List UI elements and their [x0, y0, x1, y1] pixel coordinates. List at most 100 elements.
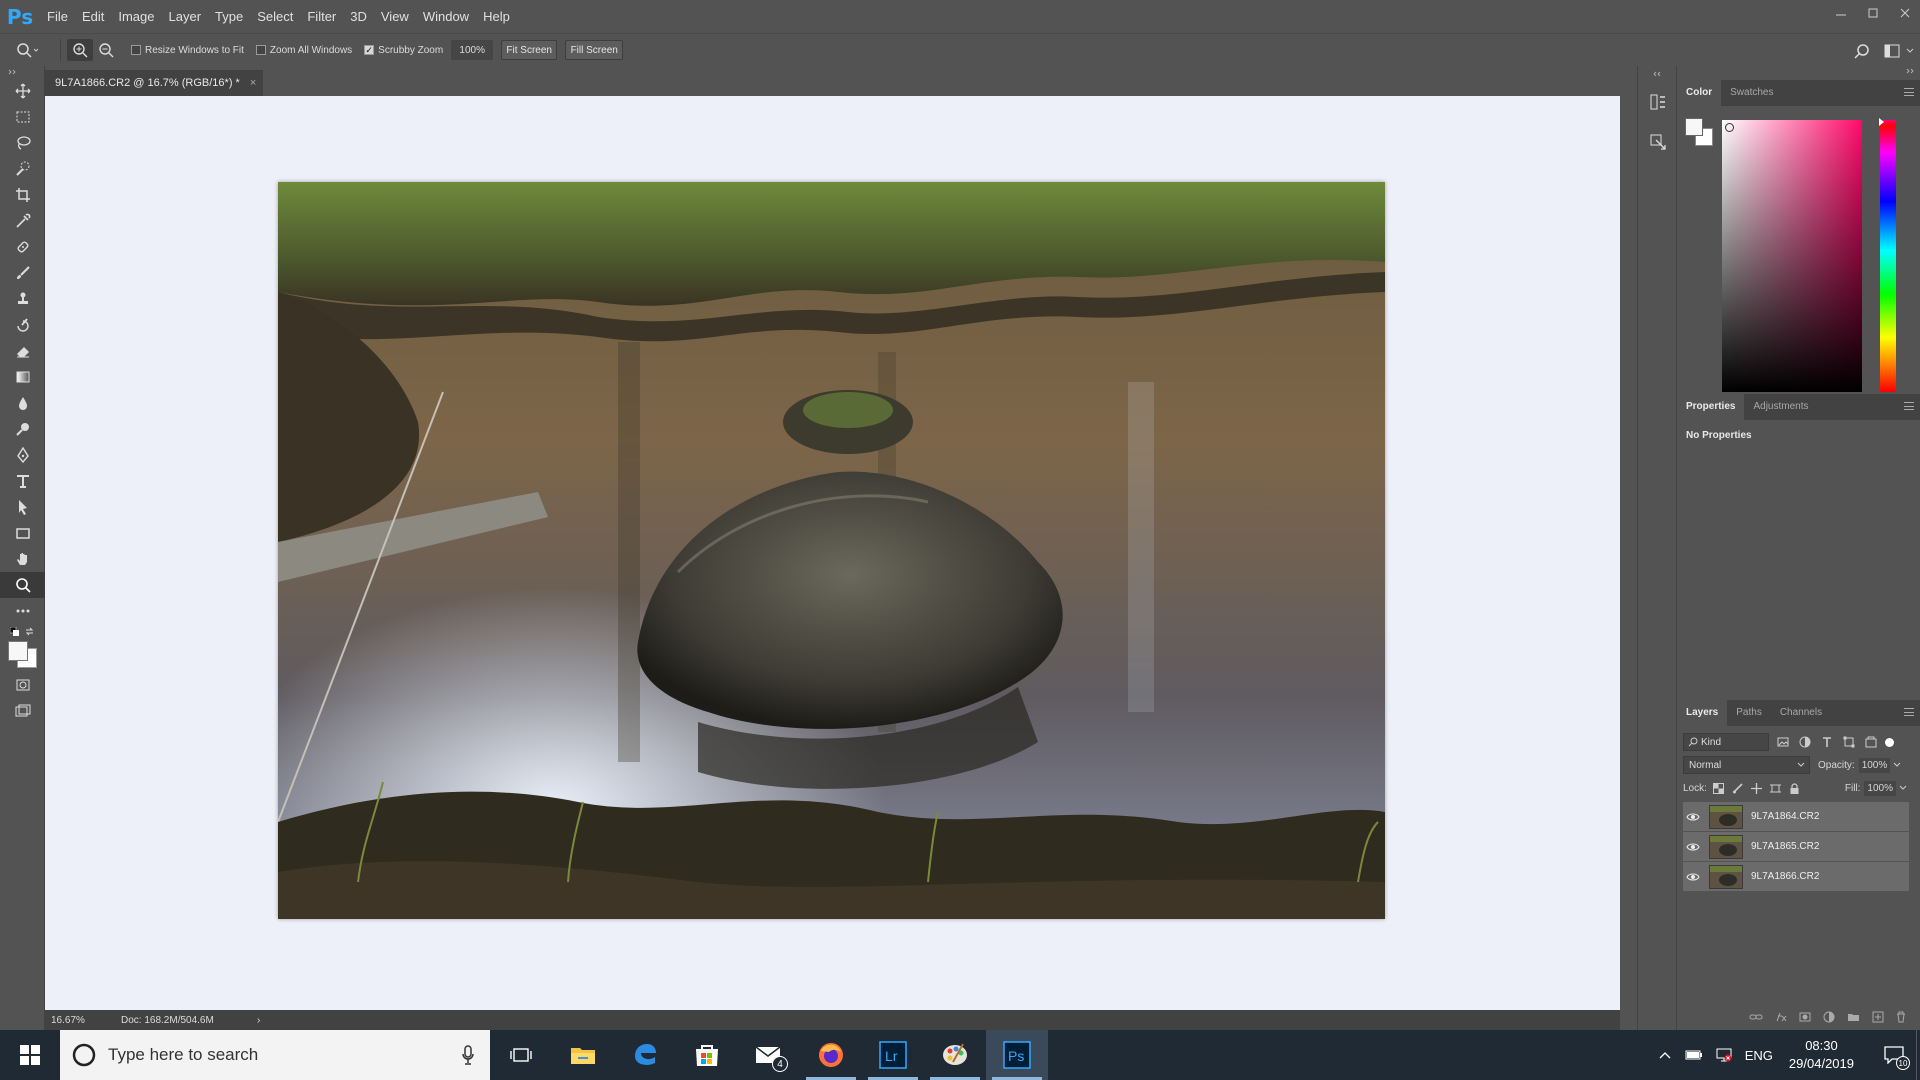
more-tools-icon[interactable]: [0, 598, 45, 624]
add-mask-icon[interactable]: [1799, 1012, 1811, 1022]
document-tab[interactable]: 9L7A1866.CR2 @ 16.7% (RGB/16*) * ×: [45, 70, 263, 96]
blur-tool-icon[interactable]: [0, 390, 45, 416]
menu-edit[interactable]: Edit: [75, 0, 111, 33]
color-swatches[interactable]: [0, 638, 44, 672]
tab-adjustments[interactable]: Adjustments: [1744, 394, 1817, 420]
pen-tool-icon[interactable]: [0, 442, 45, 468]
lock-all-icon[interactable]: [1789, 782, 1800, 794]
eyedropper-tool-icon[interactable]: [0, 208, 45, 234]
tab-properties[interactable]: Properties: [1677, 394, 1745, 420]
maximize-button[interactable]: [1858, 0, 1888, 25]
hue-slider-handle[interactable]: [1879, 118, 1884, 126]
color-picker-handle[interactable]: [1725, 123, 1734, 132]
photoshop-button[interactable]: Ps: [986, 1030, 1048, 1080]
panel-menu-icon[interactable]: [1904, 402, 1914, 410]
default-colors-controls[interactable]: [0, 624, 44, 638]
fill-field[interactable]: 100%: [1864, 780, 1896, 796]
dock-collapse-icon[interactable]: [1638, 66, 1676, 82]
adjustment-layer-icon[interactable]: [1823, 1011, 1835, 1023]
canvas-area[interactable]: [45, 96, 1620, 1010]
menu-select[interactable]: Select: [250, 0, 300, 33]
filter-pixel-icon[interactable]: [1777, 736, 1789, 748]
firefox-button[interactable]: [800, 1030, 862, 1080]
network-icon[interactable]: [1715, 1047, 1733, 1063]
fit-screen-button[interactable]: Fit Screen: [501, 40, 558, 60]
lock-transparent-icon[interactable]: [1712, 782, 1724, 794]
brush-tool-icon[interactable]: [0, 260, 45, 286]
menu-help[interactable]: Help: [476, 0, 517, 33]
eye-icon[interactable]: [1683, 842, 1703, 852]
lock-artboard-icon[interactable]: [1769, 783, 1781, 794]
history-brush-tool-icon[interactable]: [0, 312, 45, 338]
task-view-button[interactable]: [490, 1030, 552, 1080]
rectangle-tool-icon[interactable]: [0, 520, 45, 546]
chevron-down-icon[interactable]: [1899, 785, 1907, 791]
resize-windows-checkbox[interactable]: Resize Windows to Fit: [131, 45, 244, 56]
zoom-percent-field[interactable]: 100%: [451, 40, 494, 60]
filter-adjustment-icon[interactable]: [1799, 736, 1811, 748]
filter-shape-icon[interactable]: [1843, 736, 1855, 748]
store-button[interactable]: [676, 1030, 738, 1080]
menu-view[interactable]: View: [374, 0, 416, 33]
dodge-tool-icon[interactable]: [0, 416, 45, 442]
microphone-icon[interactable]: [462, 1045, 474, 1065]
marquee-tool-icon[interactable]: [0, 104, 45, 130]
new-group-icon[interactable]: [1847, 1012, 1860, 1022]
tool-preset-picker[interactable]: [0, 42, 54, 58]
toolbar-collapse-icon[interactable]: [0, 66, 44, 78]
quick-selection-tool-icon[interactable]: [0, 156, 45, 182]
tab-channels[interactable]: Channels: [1771, 700, 1831, 726]
workspace-icon[interactable]: [1884, 44, 1900, 58]
filter-toggle-icon[interactable]: [1885, 737, 1894, 747]
clock[interactable]: 08:30 29/04/2019: [1789, 1037, 1854, 1073]
tab-swatches[interactable]: Swatches: [1721, 80, 1782, 106]
show-desktop-button[interactable]: [1916, 1030, 1920, 1080]
menu-image[interactable]: Image: [111, 0, 161, 33]
layer-row[interactable]: 9L7A1866.CR2: [1683, 862, 1909, 892]
path-selection-tool-icon[interactable]: [0, 494, 45, 520]
opacity-field[interactable]: 100%: [1858, 757, 1891, 773]
filter-smart-object-icon[interactable]: [1865, 736, 1877, 748]
hue-slider[interactable]: [1879, 118, 1896, 392]
crop-tool-icon[interactable]: [0, 182, 45, 208]
filter-type-icon[interactable]: [1821, 736, 1833, 748]
chevron-down-icon[interactable]: [1906, 48, 1914, 54]
screen-mode-icon[interactable]: [0, 698, 45, 724]
eye-icon[interactable]: [1683, 872, 1703, 882]
color-field[interactable]: [1722, 120, 1862, 392]
panel-menu-icon[interactable]: [1904, 88, 1914, 96]
foreground-color-swatch[interactable]: [1685, 118, 1703, 136]
panels-collapse-icon[interactable]: [1906, 68, 1916, 74]
action-center-button[interactable]: 10: [1872, 1030, 1916, 1080]
minimize-button[interactable]: [1826, 0, 1856, 25]
hand-tool-icon[interactable]: [0, 546, 45, 572]
battery-icon[interactable]: [1685, 1049, 1703, 1061]
menu-file[interactable]: File: [40, 0, 75, 33]
menu-3d[interactable]: 3D: [343, 0, 374, 33]
zoom-level-readout[interactable]: 16.67%: [45, 1015, 121, 1026]
mail-button[interactable]: 4: [738, 1030, 800, 1080]
search-icon[interactable]: [1854, 43, 1870, 59]
history-panel-icon[interactable]: [1638, 82, 1678, 122]
link-layers-icon[interactable]: [1749, 1012, 1763, 1022]
menu-filter[interactable]: Filter: [300, 0, 343, 33]
gradient-tool-icon[interactable]: [0, 364, 45, 390]
fx-icon[interactable]: [1775, 1012, 1787, 1022]
swap-colors-icon[interactable]: [25, 627, 34, 636]
document-image[interactable]: [278, 182, 1385, 919]
menu-type[interactable]: Type: [208, 0, 250, 33]
color-panel-swatches[interactable]: [1685, 118, 1715, 148]
tab-color[interactable]: Color: [1677, 80, 1722, 106]
properties-panel-icon[interactable]: [1638, 122, 1678, 162]
chevron-up-icon[interactable]: [1659, 1051, 1671, 1059]
new-layer-icon[interactable]: [1872, 1011, 1884, 1023]
eraser-tool-icon[interactable]: [0, 338, 45, 364]
lock-position-icon[interactable]: [1750, 782, 1762, 794]
tab-paths[interactable]: Paths: [1727, 700, 1771, 726]
menu-window[interactable]: Window: [416, 0, 476, 33]
panel-menu-icon[interactable]: [1904, 708, 1914, 716]
tab-layers[interactable]: Layers: [1677, 700, 1728, 726]
file-explorer-button[interactable]: [552, 1030, 614, 1080]
fill-screen-button[interactable]: Fill Screen: [565, 40, 624, 60]
language-indicator[interactable]: ENG: [1745, 1048, 1773, 1063]
